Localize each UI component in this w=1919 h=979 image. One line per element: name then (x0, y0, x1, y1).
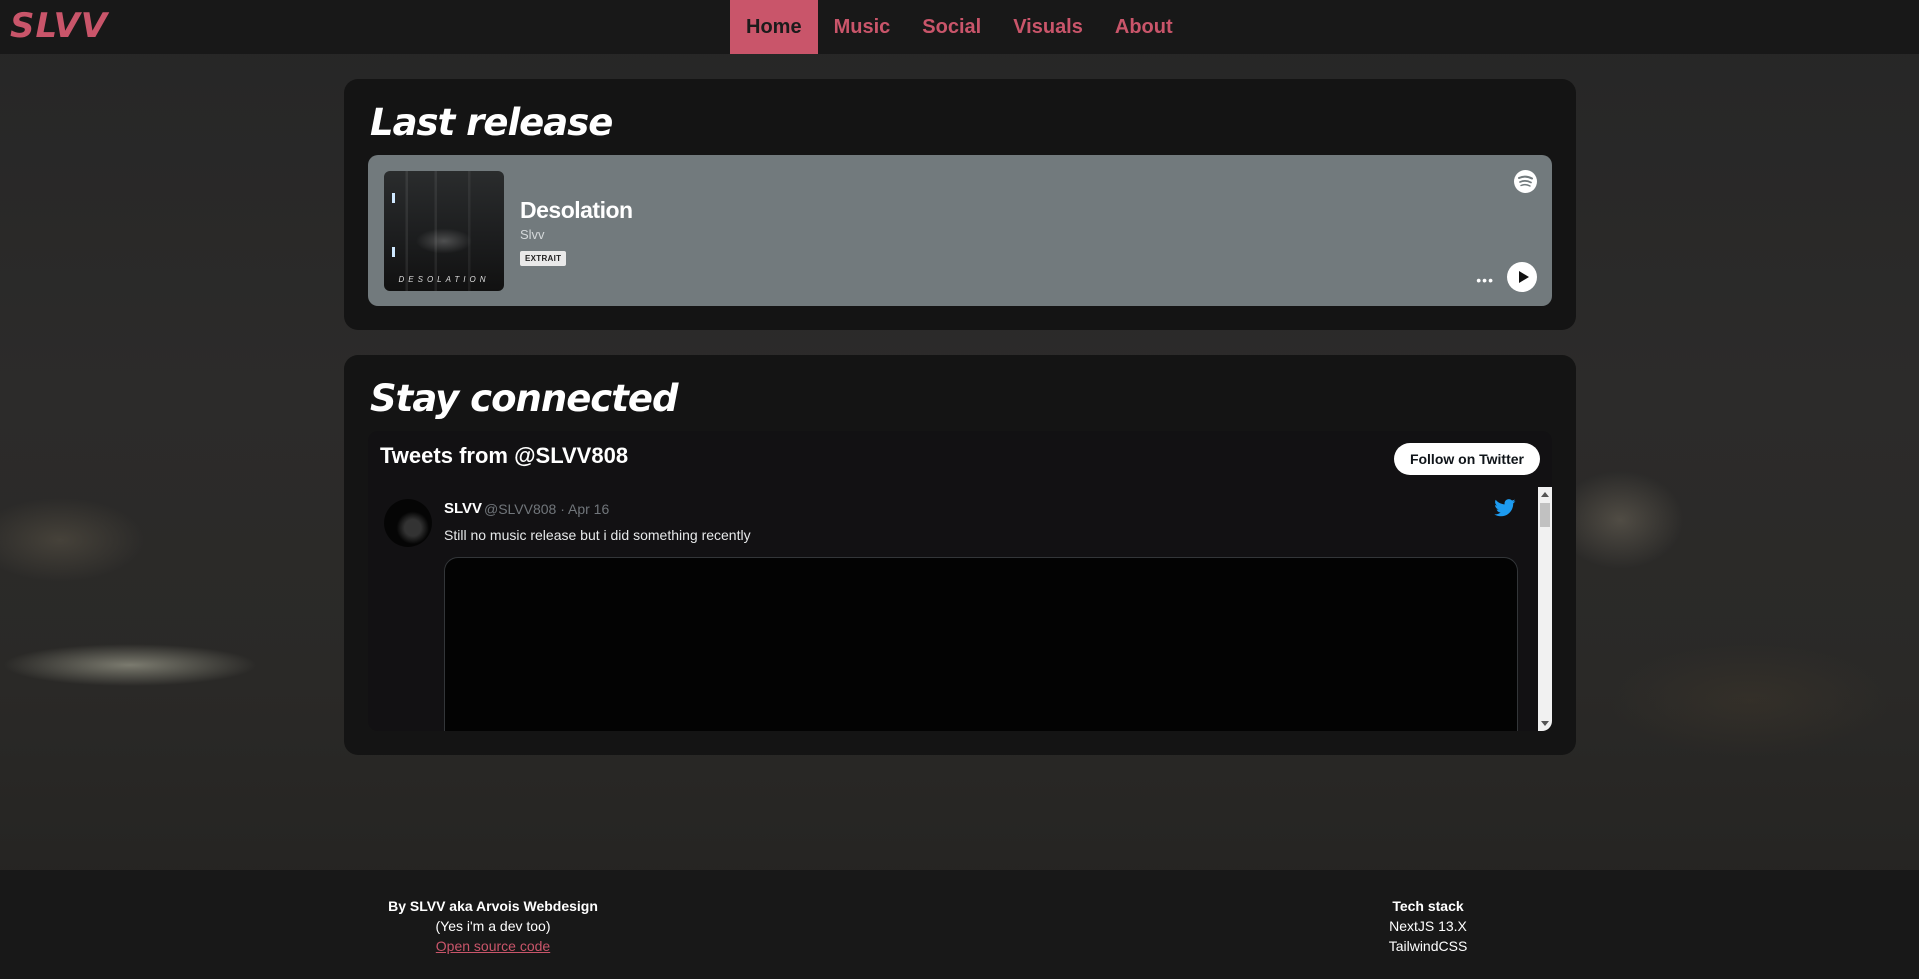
spotify-icon[interactable] (1514, 170, 1537, 193)
play-button[interactable] (1507, 262, 1537, 292)
last-release-card: Last release DESOLATION Desolation Slvv … (344, 79, 1576, 330)
tech-stack-item: NextJS 13.X (1389, 918, 1467, 934)
footer-note: (Yes i'm a dev too) (435, 918, 551, 934)
tech-stack-title: Tech stack (1392, 898, 1464, 914)
footer-credits: By SLVV aka Arvois Webdesign (Yes i'm a … (385, 896, 601, 956)
spotify-embed[interactable]: DESOLATION Desolation Slvv EXTRAIT ••• (368, 155, 1552, 306)
tweet-media[interactable] (444, 557, 1518, 731)
track-title[interactable]: Desolation (520, 197, 633, 224)
stay-connected-card: Stay connected Tweets from @SLVV808 Foll… (344, 355, 1576, 755)
preview-badge: EXTRAIT (520, 251, 567, 266)
last-release-title: Last release (370, 101, 613, 144)
tweet-text[interactable]: Still no music release but i did somethi… (444, 527, 751, 543)
top-nav: SLVV Home Music Social Visuals About (0, 0, 1919, 54)
scrollbar-thumb[interactable] (1540, 503, 1550, 527)
nav-link-home[interactable]: Home (730, 0, 818, 54)
nav-link-social[interactable]: Social (906, 0, 997, 54)
tweet-handle-date[interactable]: @SLVV808 · Apr 16 (484, 501, 609, 517)
album-cover[interactable]: DESOLATION (384, 171, 504, 291)
site-logo[interactable]: SLVV (10, 6, 108, 46)
footer-credit: By SLVV aka Arvois Webdesign (388, 898, 598, 914)
cover-light-1 (392, 193, 395, 203)
tech-stack-item: TailwindCSS (1388, 938, 1468, 954)
timeline-scrollbar[interactable] (1538, 487, 1552, 731)
nav-link-about[interactable]: About (1099, 0, 1189, 54)
footer: By SLVV aka Arvois Webdesign (Yes i'm a … (0, 870, 1919, 979)
stay-connected-title: Stay connected (370, 377, 678, 420)
twitter-bird-icon[interactable] (1494, 499, 1516, 522)
scroll-up-arrow-icon[interactable] (1541, 492, 1549, 497)
cover-light-2 (392, 247, 395, 257)
footer-tech-stack: Tech stack NextJS 13.X TailwindCSS (1372, 896, 1484, 956)
tweet-author-name[interactable]: SLVV (444, 500, 482, 517)
twitter-timeline-embed: Tweets from @SLVV808 Follow on Twitter S… (368, 431, 1552, 731)
timeline-header[interactable]: Tweets from @SLVV808 (380, 443, 628, 469)
nav-link-visuals[interactable]: Visuals (997, 0, 1099, 54)
tweet-list[interactable]: SLVV @SLVV808 · Apr 16 Still no music re… (368, 487, 1552, 731)
nav-links: Home Music Social Visuals About (730, 0, 1189, 54)
follow-on-twitter-button[interactable]: Follow on Twitter (1393, 443, 1540, 475)
open-source-link[interactable]: Open source code (436, 938, 550, 954)
track-artist[interactable]: Slvv (520, 227, 545, 242)
scroll-down-arrow-icon[interactable] (1541, 721, 1549, 726)
nav-link-music[interactable]: Music (818, 0, 907, 54)
more-options-icon[interactable]: ••• (1476, 272, 1494, 288)
tweet-avatar[interactable] (384, 499, 432, 547)
cover-text: DESOLATION (398, 275, 490, 284)
